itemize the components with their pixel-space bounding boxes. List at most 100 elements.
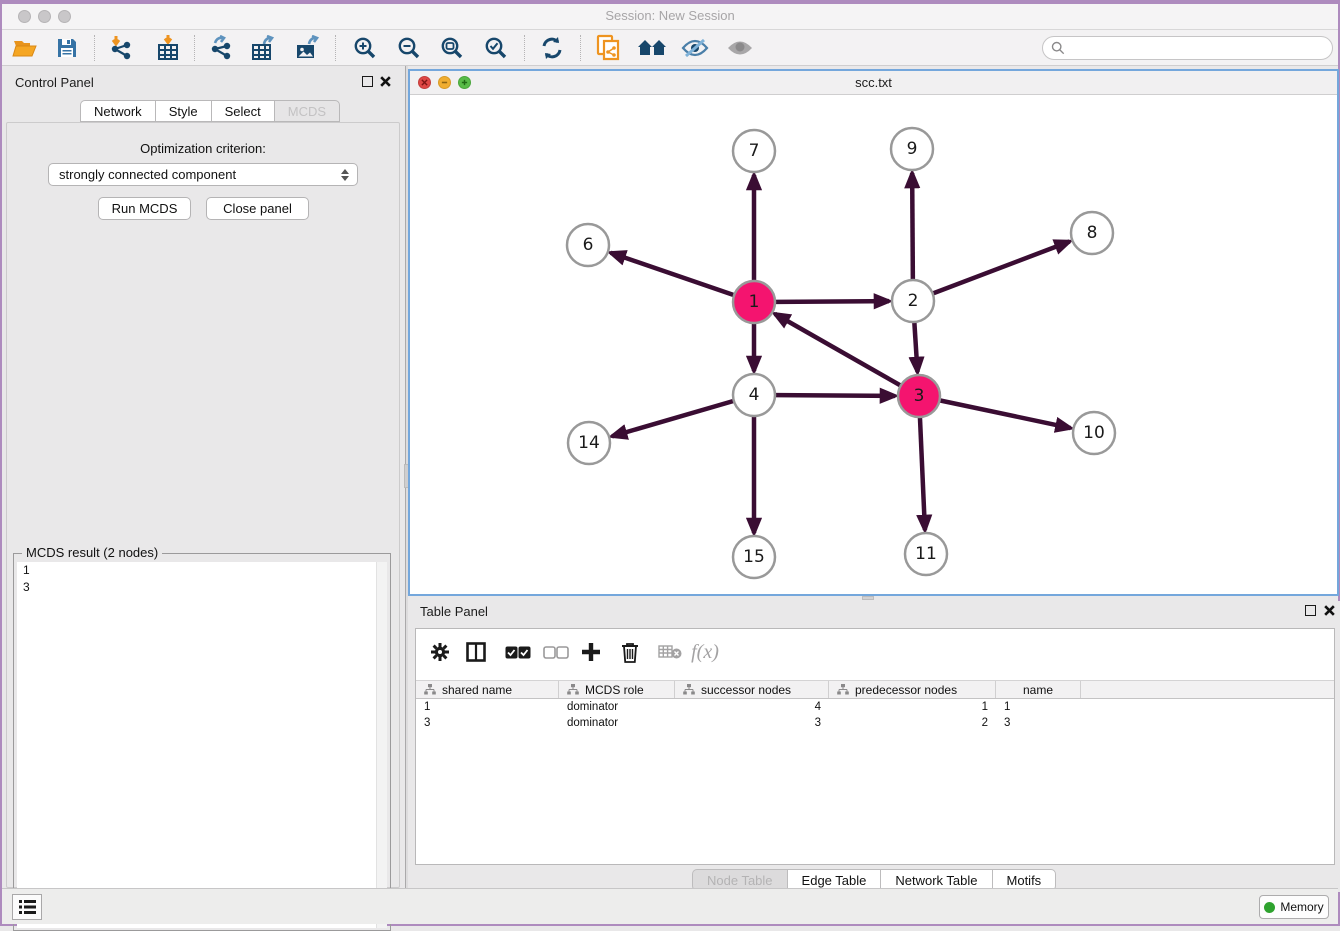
delete-table-icon[interactable] [653,635,687,669]
column-header-predecessor-nodes[interactable]: predecessor nodes [829,681,996,698]
cell-mcds-role[interactable]: dominator [559,716,675,732]
mcds-panel-body: Optimization criterion: strongly connect… [6,122,400,888]
column-header-mcds-role[interactable]: MCDS role [559,681,675,698]
list-icon [19,900,36,914]
zoom-selected-icon[interactable] [481,34,511,62]
svg-text:15: 15 [743,547,765,567]
graph-edge-3-10[interactable] [919,396,1071,428]
cell-name[interactable]: 1 [996,700,1081,716]
close-panel-button[interactable]: Close panel [206,197,309,220]
mcds-result-textarea[interactable]: 1 3 [17,562,387,928]
result-line: 3 [17,579,387,596]
column-header-shared-name[interactable]: shared name [416,681,559,698]
control-panel-tabs: Network Style Select MCDS [80,100,340,122]
search-input[interactable] [1070,41,1332,55]
table-float-icon[interactable] [1305,605,1316,616]
graph-node-1[interactable]: 1 [733,281,775,323]
two-houses-icon[interactable] [637,34,667,62]
tab-style[interactable]: Style [155,100,211,122]
close-panel-icon[interactable] [379,75,392,88]
network-frame-titlebar[interactable]: scc.txt [410,71,1337,95]
tab-network[interactable]: Network [80,100,155,122]
svg-text:8: 8 [1087,223,1098,243]
table-settings-gear-icon[interactable] [423,635,457,669]
task-history-button[interactable] [12,894,42,920]
graph-node-2[interactable]: 2 [892,280,934,322]
graph-node-3[interactable]: 3 [898,375,940,417]
graph-node-9[interactable]: 9 [891,128,933,170]
import-network-icon[interactable] [106,34,136,62]
function-builder-icon[interactable]: f(x) [688,635,722,669]
graph-node-10[interactable]: 10 [1073,412,1115,454]
network-view-frame: scc.txt 7 9 6 8 1 2 4 3 14 10 15 11 [408,69,1339,596]
hierarchy-icon [683,684,695,695]
table-row[interactable]: 3 dominator 3 2 3 [416,716,1334,732]
save-session-icon[interactable] [52,34,82,62]
zoom-out-icon[interactable] [394,34,424,62]
graph-node-14[interactable]: 14 [568,422,610,464]
criterion-select[interactable]: strongly connected component [48,163,358,186]
table-row[interactable]: 1 dominator 4 1 1 [416,700,1334,716]
tab-mcds[interactable]: MCDS [274,100,340,122]
node-table-container: f(x) shared name MCDS role successor nod… [415,628,1335,865]
select-all-columns-icon[interactable] [501,635,535,669]
graph-node-4[interactable]: 4 [733,374,775,416]
tab-select[interactable]: Select [211,100,274,122]
graph-node-15[interactable]: 15 [733,536,775,578]
cell-successor-nodes[interactable]: 3 [675,716,829,732]
application-window: Session: New Session [0,0,1340,926]
cell-shared-name[interactable]: 3 [416,716,559,732]
graph-edge-1-6[interactable] [611,253,754,302]
hide-selected-eye-slash-icon[interactable] [680,34,710,62]
graph-node-6[interactable]: 6 [567,224,609,266]
network-frame-title: scc.txt [410,75,1337,90]
new-network-from-selection-icon[interactable] [593,34,623,62]
column-header-successor-nodes[interactable]: successor nodes [675,681,829,698]
float-panel-icon[interactable] [362,76,373,87]
run-mcds-button[interactable]: Run MCDS [98,197,191,220]
column-header-name[interactable]: name [996,681,1081,698]
horizontal-splitter[interactable] [862,596,874,600]
cell-predecessor-nodes[interactable]: 2 [829,716,996,732]
show-column-panel-icon[interactable] [459,635,493,669]
network-canvas[interactable]: 7 9 6 8 1 2 4 3 14 10 15 11 [410,95,1337,594]
graph-node-8[interactable]: 8 [1071,212,1113,254]
unselect-all-columns-icon[interactable] [539,635,573,669]
cell-mcds-role[interactable]: dominator [559,700,675,716]
window-title: Session: New Session [2,8,1338,23]
table-close-icon[interactable] [1323,604,1336,617]
svg-text:14: 14 [578,433,600,453]
refresh-icon[interactable] [537,34,567,62]
svg-text:3: 3 [914,386,925,406]
table-panel: Table Panel f(x) [408,601,1340,892]
graph-node-7[interactable]: 7 [733,130,775,172]
svg-text:11: 11 [915,544,937,564]
create-column-plus-icon[interactable] [574,635,608,669]
memory-status-icon [1264,902,1275,913]
cell-shared-name[interactable]: 1 [416,700,559,716]
export-table-icon[interactable] [249,34,279,62]
export-network-icon[interactable] [206,34,236,62]
graph-node-11[interactable]: 11 [905,533,947,575]
graph-edge-2-8[interactable] [913,242,1070,301]
result-scrollbar[interactable] [376,562,387,928]
cell-predecessor-nodes[interactable]: 1 [829,700,996,716]
import-table-icon[interactable] [153,34,183,62]
hierarchy-icon [424,684,436,695]
svg-text:9: 9 [907,139,918,159]
open-session-icon[interactable] [10,34,40,62]
memory-button[interactable]: Memory [1259,895,1329,919]
zoom-fit-icon[interactable] [437,34,467,62]
control-panel-title: Control Panel [15,75,94,90]
export-image-icon[interactable] [293,34,323,62]
graph-edge-3-1[interactable] [775,314,919,396]
cell-successor-nodes[interactable]: 4 [675,700,829,716]
delete-column-trash-icon[interactable] [613,635,647,669]
hierarchy-icon [837,684,849,695]
zoom-in-icon[interactable] [350,34,380,62]
cell-name[interactable]: 3 [996,716,1081,732]
titlebar: Session: New Session [2,4,1338,30]
search-box[interactable] [1042,36,1333,60]
svg-text:6: 6 [583,235,594,255]
show-all-eye-icon[interactable] [725,34,755,62]
